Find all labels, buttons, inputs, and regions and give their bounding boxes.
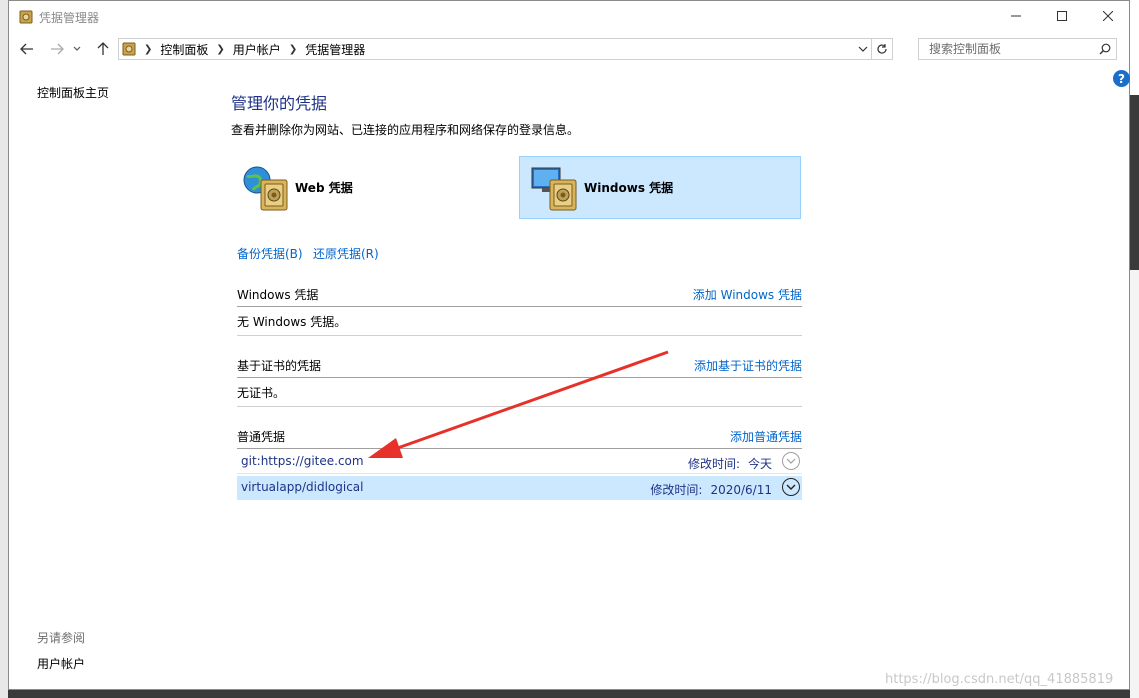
forward-arrow-icon xyxy=(51,43,64,55)
see-also-heading: 另请参阅 xyxy=(37,631,86,645)
windows-credentials-header: Windows 凭据 添加 Windows 凭据 xyxy=(237,286,802,307)
restore-credentials-link[interactable]: 还原凭据(R) xyxy=(313,245,379,262)
breadcrumb-chevron-icon: ❯ xyxy=(144,43,153,55)
windows-credential-icon xyxy=(530,162,582,214)
certificate-credentials-body: 无证书。 xyxy=(237,378,802,407)
modified-label: 修改时间: xyxy=(650,483,703,497)
forward-button[interactable] xyxy=(47,39,67,59)
backup-credentials-link[interactable]: 备份凭据(B) xyxy=(237,245,303,262)
refresh-icon xyxy=(877,44,887,54)
chevron-down-icon xyxy=(786,458,796,464)
background-window xyxy=(0,0,8,698)
chevron-down-icon xyxy=(73,46,81,51)
breadcrumb-chevron-icon: ❯ xyxy=(288,43,298,55)
modified-value: 2020/6/11 xyxy=(710,483,772,497)
help-button[interactable]: ? xyxy=(1113,70,1130,87)
back-button[interactable] xyxy=(17,39,37,59)
up-arrow-icon xyxy=(97,42,109,55)
breadcrumb-control-panel[interactable]: 控制面板 xyxy=(160,41,208,58)
credential-manager-window: 凭据管理器 ❯ 控制面板 ❯ 用户帐户 ❯ 凭据管理器 搜索控制面板 ? 控制面… xyxy=(8,0,1130,690)
control-panel-icon xyxy=(122,42,136,56)
navigation-bar: ❯ 控制面板 ❯ 用户帐户 ❯ 凭据管理器 xyxy=(9,33,1129,65)
credential-manager-app-icon xyxy=(19,10,33,24)
recent-locations-button[interactable] xyxy=(71,39,83,59)
up-button[interactable] xyxy=(93,39,113,59)
certificate-credentials-header: 基于证书的凭据 添加基于证书的凭据 xyxy=(237,357,802,378)
credential-list-item[interactable]: git:https://gitee.com 修改时间: 今天 xyxy=(237,450,802,474)
add-windows-credential-link[interactable]: 添加 Windows 凭据 xyxy=(693,286,802,303)
expand-button[interactable] xyxy=(782,478,800,496)
credential-name: virtualapp/didlogical xyxy=(241,480,364,494)
section-title: 普通凭据 xyxy=(237,430,286,444)
background-window xyxy=(1130,270,1139,698)
empty-message: 无证书。 xyxy=(237,386,286,400)
generic-credentials-header: 普通凭据 添加普通凭据 xyxy=(237,428,802,449)
window-title: 凭据管理器 xyxy=(39,11,100,25)
search-icon[interactable] xyxy=(1099,43,1111,58)
web-credentials-label: Web 凭据 xyxy=(295,181,353,195)
back-arrow-icon xyxy=(20,43,33,55)
web-credential-icon xyxy=(241,162,293,214)
windows-credentials-body: 无 Windows 凭据。 xyxy=(237,307,802,336)
modified-value: 今天 xyxy=(747,457,772,471)
background-window xyxy=(1130,0,1139,95)
windows-credentials-label: Windows 凭据 xyxy=(584,181,674,195)
expand-button[interactable] xyxy=(782,452,800,470)
address-bar[interactable]: ❯ 控制面板 ❯ 用户帐户 ❯ 凭据管理器 xyxy=(118,38,893,60)
empty-message: 无 Windows 凭据。 xyxy=(237,315,347,329)
tab-web-credentials[interactable]: Web 凭据 xyxy=(231,156,501,219)
credential-name: git:https://gitee.com xyxy=(241,454,364,468)
sidebar-control-panel-home[interactable]: 控制面板主页 xyxy=(37,84,109,101)
credential-list-item[interactable]: virtualapp/didlogical 修改时间: 2020/6/11 xyxy=(237,476,802,500)
refresh-button[interactable] xyxy=(871,39,892,59)
page-description: 查看并删除你为网站、已连接的应用程序和网络保存的登录信息。 xyxy=(231,123,580,137)
credential-modified: 修改时间: 2020/6/11 xyxy=(650,481,772,498)
minimize-button[interactable] xyxy=(993,1,1039,31)
add-certificate-credential-link[interactable]: 添加基于证书的凭据 xyxy=(694,357,802,374)
close-button[interactable] xyxy=(1085,1,1131,31)
breadcrumb-chevron-icon: ❯ xyxy=(216,43,225,55)
maximize-icon xyxy=(1057,11,1067,21)
page-title: 管理你的凭据 xyxy=(231,94,328,113)
close-icon xyxy=(1103,11,1113,21)
title-bar[interactable]: 凭据管理器 xyxy=(9,1,1129,33)
modified-label: 修改时间: xyxy=(687,457,740,471)
section-title: 基于证书的凭据 xyxy=(237,359,322,373)
chevron-down-icon xyxy=(786,484,796,490)
search-box[interactable] xyxy=(918,38,1117,60)
maximize-button[interactable] xyxy=(1039,1,1085,31)
sidebar-item-user-accounts[interactable]: 用户帐户 xyxy=(37,655,85,672)
address-dropdown-button[interactable] xyxy=(856,42,870,56)
chevron-down-icon xyxy=(858,46,868,52)
breadcrumb-user-accounts[interactable]: 用户帐户 xyxy=(233,41,281,58)
credential-modified: 修改时间: 今天 xyxy=(688,455,772,472)
tab-windows-credentials[interactable]: Windows 凭据 xyxy=(519,156,801,219)
watermark: https://blog.csdn.net/qq_41885819 xyxy=(885,672,1114,687)
section-title: Windows 凭据 xyxy=(237,288,319,302)
breadcrumb-credential-manager[interactable]: 凭据管理器 xyxy=(305,41,365,58)
minimize-icon xyxy=(1011,15,1021,17)
search-input[interactable] xyxy=(927,41,1101,57)
add-generic-credential-link[interactable]: 添加普通凭据 xyxy=(730,428,802,445)
